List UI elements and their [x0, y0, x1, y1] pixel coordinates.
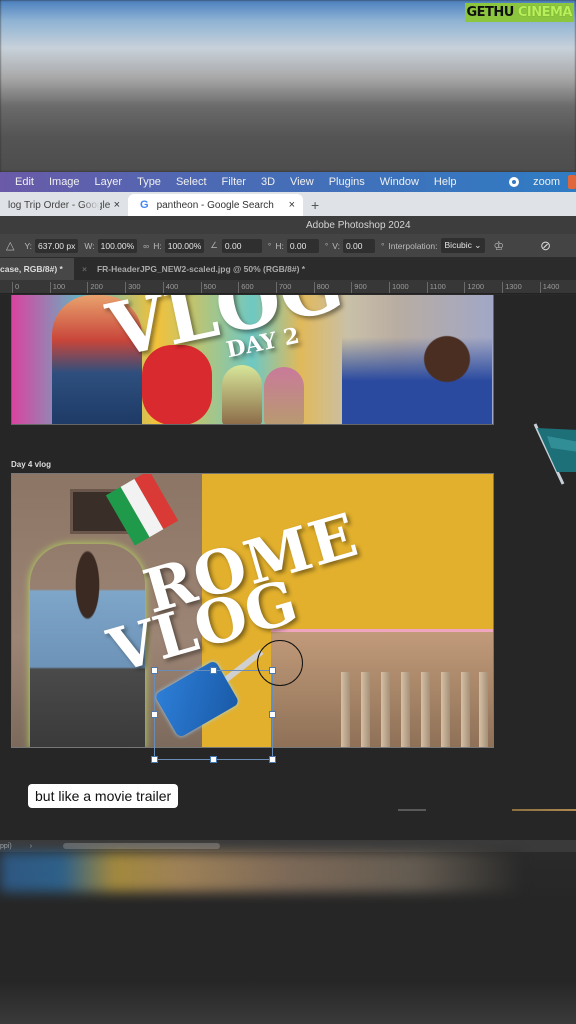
video-caption: but like a movie trailer: [28, 784, 179, 808]
transform-handle[interactable]: [210, 667, 217, 674]
artboard-vlog-day2[interactable]: VLOG DAY 2: [11, 295, 494, 425]
transform-handle[interactable]: [151, 667, 158, 674]
rotate-cursor-icon: [257, 640, 303, 686]
degree-symbol: °: [324, 240, 329, 251]
vlog-title: VLOG: [100, 295, 351, 375]
gelato-green: [222, 365, 262, 424]
transform-handle[interactable]: [151, 756, 158, 763]
ruler-tick: 1000: [389, 282, 409, 293]
link-icon[interactable]: ∞: [143, 241, 149, 251]
menu-3d[interactable]: 3D: [261, 176, 275, 188]
status-arrow-icon[interactable]: ›: [30, 843, 32, 850]
horizontal-scrollbar[interactable]: [63, 843, 220, 849]
y-position-field[interactable]: 637.00 px: [35, 238, 79, 253]
ruler-tick: 200: [87, 282, 103, 293]
cancel-transform-icon[interactable]: ⊘: [540, 238, 551, 254]
height-field[interactable]: 100.00%: [164, 238, 205, 253]
interpolation-label: Interpolation:: [388, 240, 438, 251]
menu-view[interactable]: View: [290, 176, 314, 188]
faint-line: [398, 809, 426, 811]
close-icon[interactable]: ×: [114, 199, 120, 211]
canvas-area[interactable]: VLOG DAY 2 Day 4 vlog ROME VLOG but like…: [0, 295, 576, 840]
zoom-app-label[interactable]: zoom: [533, 176, 560, 188]
document-tabs: case, RGB/8#) * × FR-HeaderJPG_NEW2-scal…: [0, 258, 576, 280]
tab-title: pantheon - Google Search: [156, 199, 274, 211]
ruler-tick: 1300: [502, 282, 522, 293]
menu-image[interactable]: Image: [49, 176, 80, 188]
ruler-tick: 400: [162, 282, 178, 293]
h-label: H:: [153, 240, 162, 251]
transform-bounding-box[interactable]: [154, 670, 273, 760]
blurred-color-strip: [0, 852, 520, 892]
new-tab-button[interactable]: +: [311, 194, 319, 216]
transform-handle[interactable]: [151, 711, 158, 718]
warp-icon[interactable]: ♔: [493, 239, 504, 253]
ruler-tick: 800: [313, 282, 329, 293]
skew-v-label: V:: [332, 240, 340, 251]
watermark-logo: GETHU CINEMA: [464, 3, 574, 22]
close-icon[interactable]: ×: [289, 199, 295, 211]
ruler-tick: 900: [351, 282, 367, 293]
blurred-background-top: [0, 0, 576, 172]
menu-layer[interactable]: Layer: [95, 176, 123, 188]
ruler-tick: 1100: [426, 282, 446, 293]
degree-symbol: °: [380, 240, 385, 251]
browser-tab-trip-order[interactable]: log Trip Order - Google ×: [0, 194, 128, 216]
transform-options-bar: △ Y: 637.00 px W: 100.00% ∞ H: 100.00% ∠…: [0, 234, 576, 258]
menu-type[interactable]: Type: [137, 176, 161, 188]
width-field[interactable]: 100.00%: [97, 238, 138, 253]
skew-v-field[interactable]: 0.00: [342, 238, 375, 253]
doc-tab-fr-header[interactable]: × FR-HeaderJPG_NEW2-scaled.jpg @ 50% (RG…: [74, 258, 313, 280]
angle-icon: ∠: [210, 240, 218, 250]
notification-icon[interactable]: [568, 175, 576, 189]
close-icon[interactable]: ×: [82, 264, 87, 274]
google-icon: G: [140, 199, 149, 211]
horizontal-ruler: 0 100 200 300 400 500 600 700 800 900 1000 1100 1200…: [0, 280, 576, 294]
doc-tab-active[interactable]: case, RGB/8#) *: [0, 258, 74, 280]
menu-edit[interactable]: Edit: [15, 176, 34, 188]
menu-select[interactable]: Select: [176, 176, 207, 188]
ruler-tick: 300: [125, 282, 141, 293]
faint-line: [512, 809, 576, 811]
watermark-part1: GETHU: [464, 3, 516, 22]
mac-menu-bar: Edit Image Layer Type Select Filter 3D V…: [0, 172, 576, 192]
ruler-tick: 1400: [539, 282, 559, 293]
gelato-pink: [264, 367, 304, 424]
interpolation-select[interactable]: Bicubic ⌄: [440, 238, 486, 253]
watermark-part2: CINEMA: [515, 3, 574, 22]
ruler-tick: 100: [49, 282, 65, 293]
ruler-tick: 0: [12, 282, 19, 293]
flag-graphic[interactable]: [533, 422, 576, 487]
w-label: W:: [84, 240, 95, 251]
skew-h-field[interactable]: 0.00: [286, 238, 319, 253]
transform-handle[interactable]: [269, 756, 276, 763]
artboard-label-day4[interactable]: Day 4 vlog: [11, 460, 51, 469]
record-icon[interactable]: [509, 177, 520, 187]
transform-handle[interactable]: [210, 756, 217, 763]
pantheon-image: [271, 629, 493, 747]
browser-tab-bar: log Trip Order - Google × G pantheon - G…: [0, 192, 576, 216]
degree-symbol: °: [267, 240, 272, 251]
couple-selfie: [342, 315, 492, 424]
status-text: ppi): [0, 842, 12, 850]
window-title: Adobe Photoshop 2024: [0, 216, 576, 234]
skew-h-label: H:: [275, 240, 284, 251]
ruler-tick: 1200: [464, 282, 484, 293]
menu-filter[interactable]: Filter: [222, 176, 246, 188]
rotation-field[interactable]: 0.00: [221, 238, 262, 253]
ruler-tick: 600: [238, 282, 254, 293]
menu-help[interactable]: Help: [434, 176, 457, 188]
y-label: Y:: [24, 240, 33, 251]
transform-handle[interactable]: [269, 711, 276, 718]
menu-window[interactable]: Window: [380, 176, 419, 188]
browser-tab-pantheon[interactable]: G pantheon - Google Search ×: [128, 194, 303, 216]
menu-plugins[interactable]: Plugins: [329, 176, 365, 188]
ruler-tick: 700: [275, 282, 291, 293]
reference-point-icon[interactable]: △: [6, 239, 14, 252]
ruler-tick: 500: [200, 282, 216, 293]
status-bar: ppi) ›: [0, 840, 576, 852]
